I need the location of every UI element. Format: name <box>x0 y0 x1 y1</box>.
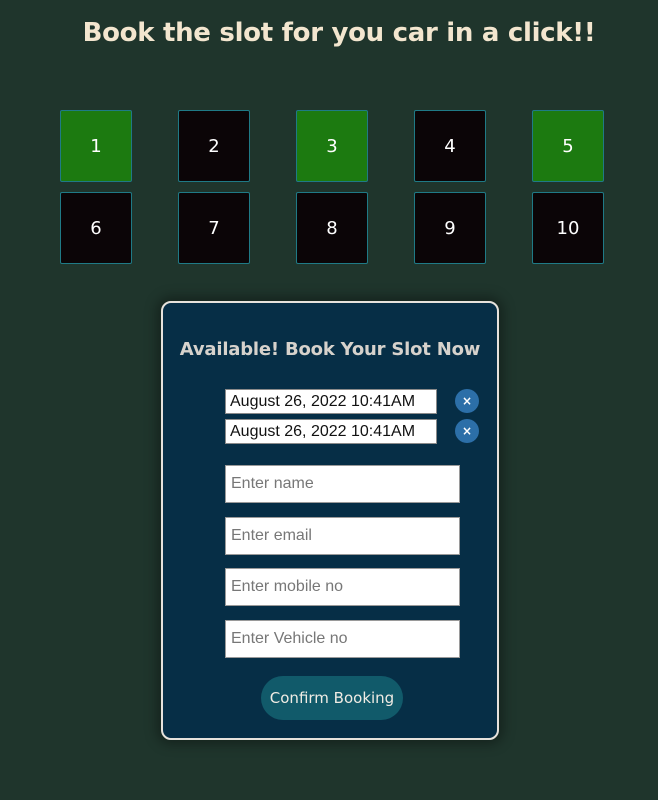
mobile-input[interactable] <box>225 568 460 606</box>
clear-end-date-button[interactable]: × <box>455 419 479 443</box>
slot-9[interactable]: 9 <box>414 192 486 264</box>
clear-start-date-button[interactable]: × <box>455 389 479 413</box>
page-title: Book the slot for you car in a click!! <box>82 18 596 48</box>
name-input[interactable] <box>225 465 460 503</box>
slot-3[interactable]: 3 <box>296 110 368 182</box>
slot-4[interactable]: 4 <box>414 110 486 182</box>
email-input[interactable] <box>225 517 460 555</box>
slot-10[interactable]: 10 <box>532 192 604 264</box>
slot-7[interactable]: 7 <box>178 192 250 264</box>
slot-2[interactable]: 2 <box>178 110 250 182</box>
vehicle-input[interactable] <box>225 620 460 658</box>
start-date-field[interactable]: August 26, 2022 10:41AM <box>225 389 437 414</box>
confirm-booking-button[interactable]: Confirm Booking <box>261 676 403 720</box>
slot-5[interactable]: 5 <box>532 110 604 182</box>
end-date-field[interactable]: August 26, 2022 10:41AM <box>225 419 437 444</box>
booking-heading: Available! Book Your Slot Now <box>179 339 481 360</box>
slot-8[interactable]: 8 <box>296 192 368 264</box>
slot-6[interactable]: 6 <box>60 192 132 264</box>
slot-1[interactable]: 1 <box>60 110 132 182</box>
booking-card: Available! Book Your Slot Now August 26,… <box>161 301 499 740</box>
